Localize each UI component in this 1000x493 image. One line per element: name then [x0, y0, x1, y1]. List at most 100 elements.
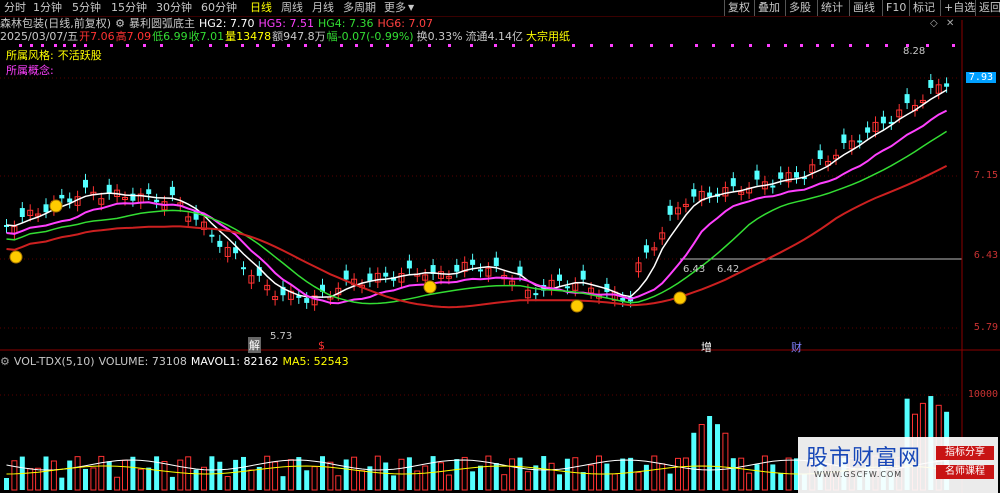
vol-axis-10000: 10000: [967, 389, 998, 400]
low-label: 5.73: [270, 331, 293, 342]
signal-marker: [355, 44, 358, 47]
volume-bar: [27, 468, 34, 491]
volume-bar: [74, 456, 81, 491]
candle-body: [770, 185, 776, 188]
candlesticks: [4, 74, 950, 311]
volume-bar: [770, 464, 776, 490]
volume-bar: [272, 461, 279, 491]
volume-bar: [730, 458, 736, 490]
signal-marker: [590, 44, 593, 47]
candle-body: [406, 260, 412, 269]
zeng-marker[interactable]: 增: [701, 339, 712, 355]
signal-marker: [849, 44, 852, 47]
volume-bar: [485, 455, 492, 491]
signal-marker: [143, 44, 146, 47]
volume-bar: [169, 476, 175, 490]
volume-bar: [296, 457, 302, 490]
candle-body: [817, 150, 823, 159]
signal-marker: [885, 44, 888, 47]
signal-marker: [630, 44, 633, 47]
volume-bar: [320, 456, 325, 490]
candle-body: [146, 189, 152, 195]
candle-body: [169, 186, 175, 196]
volume-bar: [667, 473, 673, 490]
volume-bar: [422, 465, 429, 491]
volume-bar: [501, 474, 508, 491]
volume-bar: [754, 464, 760, 490]
volume-bar: [493, 463, 499, 490]
signal-marker: [650, 44, 653, 47]
signal-marker: [272, 44, 275, 47]
signal-marker: [410, 44, 413, 47]
volume-bar: [114, 476, 121, 491]
signal-marker: [831, 44, 834, 47]
signal-marker: [54, 44, 57, 47]
volume-bar: [327, 461, 334, 491]
volume-bar: [335, 475, 342, 491]
candle-body: [557, 274, 562, 281]
candle-body: [67, 198, 73, 203]
volume-bar: [445, 474, 452, 491]
volume-bar: [256, 466, 262, 490]
volume-bar: [604, 463, 610, 490]
volume-bar: [524, 471, 531, 491]
candle-body: [880, 116, 886, 124]
volume-value: VOLUME: 73108: [98, 355, 187, 368]
volume-bar: [280, 476, 286, 490]
volume-bar: [233, 459, 239, 490]
volume-bar: [146, 467, 152, 490]
volume-bar: [351, 456, 358, 491]
signal-marker: [190, 44, 193, 47]
signal-marker: [731, 44, 734, 47]
volume-bar: [722, 432, 729, 491]
volume-bar: [541, 456, 547, 490]
signal-marker: [448, 44, 451, 47]
volume-bar: [675, 457, 681, 491]
volume-bar: [698, 424, 705, 491]
volume-bar: [761, 455, 768, 491]
volume-bar: [241, 456, 246, 490]
volume-bar: [691, 432, 697, 490]
volume-bar: [161, 460, 168, 491]
candle-body: [928, 80, 934, 88]
volume-indicator-name[interactable]: VOL-TDX(5,10): [14, 355, 95, 368]
candle-body: [533, 293, 539, 296]
candle-body: [83, 179, 88, 188]
dollar-marker[interactable]: $: [318, 339, 325, 352]
volume-bar: [83, 468, 88, 490]
volume-bar: [454, 459, 460, 490]
signal-marker: [749, 44, 752, 47]
signal-marker: [512, 44, 515, 47]
volume-bar: [517, 457, 523, 490]
candle-body: [343, 270, 349, 280]
volume-bar: [461, 456, 468, 491]
ma-red-line: [6, 165, 948, 309]
coin-icon: [49, 199, 63, 213]
volume-bar: [682, 457, 689, 491]
signal-marker: [63, 44, 66, 47]
kline-chart[interactable]: [0, 0, 1000, 493]
volume-bar: [746, 472, 753, 491]
signal-marker: [695, 44, 698, 47]
ma-green-line: [6, 130, 948, 305]
high-label: 8.28: [903, 46, 926, 57]
mavol1-value: MAVOL1: 82162: [190, 355, 279, 368]
volume-bar: [137, 468, 144, 491]
candle-body: [904, 94, 910, 104]
signal-marker: [19, 44, 22, 47]
candle-body: [691, 189, 697, 197]
current-price-tag: 7.93: [965, 72, 996, 83]
volume-bar: [359, 470, 365, 491]
candle-body: [19, 208, 25, 217]
candle-body: [454, 264, 460, 272]
candle-body: [59, 194, 65, 199]
cai-marker[interactable]: 财: [791, 339, 802, 355]
signal-marker: [712, 44, 715, 47]
signal-marker: [209, 44, 212, 47]
volume-bar: [209, 456, 215, 490]
chart-markers: [9, 44, 955, 313]
signal-marker: [304, 44, 307, 47]
jie-marker[interactable]: 解: [248, 337, 261, 353]
volume-settings-icon[interactable]: ⚙: [0, 355, 10, 368]
volume-bar: [287, 459, 294, 491]
